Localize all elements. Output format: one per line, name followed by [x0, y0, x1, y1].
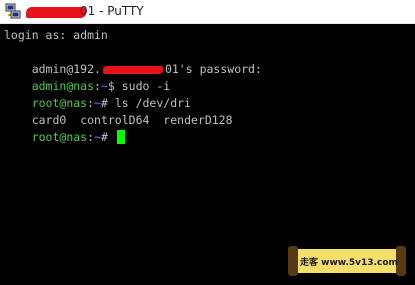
- terminal-line-ls: root@nas:~# ls /dev/dri: [4, 78, 191, 110]
- title-bar[interactable]: 01 - PuTTY: [0, 0, 415, 24]
- terminal-line-current-prompt: root@nas:~#: [4, 112, 125, 144]
- prompt-user: root@nas: [31, 130, 88, 144]
- redacted-hostname: [26, 7, 86, 18]
- window-title: 01 - PuTTY: [80, 4, 144, 18]
- prompt-separator: :: [87, 130, 95, 144]
- watermark: 走客 www.5v13.com: [288, 246, 408, 276]
- terminal-line-ls-output: card0 controlD64 renderD128: [4, 95, 233, 127]
- terminal-line-sudo: admin@nas:~$ sudo -i: [4, 61, 171, 93]
- watermark-text: 走客 www.5v13.com: [300, 258, 398, 268]
- prompt-command: #: [100, 130, 115, 144]
- dir-entry: renderD128: [163, 113, 233, 127]
- watermark-rod-left: [288, 246, 298, 276]
- terminal-line-password-prompt: admin@192. 01's password:: [4, 44, 262, 76]
- terminal-line-login: login as: admin: [4, 28, 108, 42]
- password-prompt-suffix: 01's password:: [164, 62, 262, 76]
- terminal-cursor[interactable]: [116, 130, 125, 144]
- prompt-path: ~: [94, 130, 101, 144]
- putty-icon[interactable]: [5, 3, 22, 20]
